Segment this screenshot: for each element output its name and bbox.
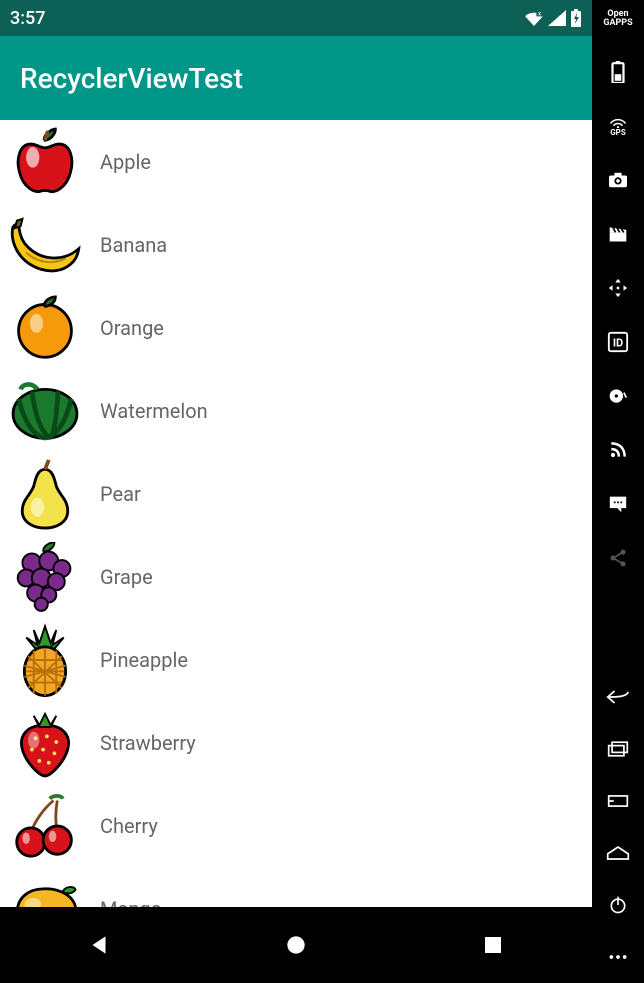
pineapple-icon bbox=[4, 622, 86, 698]
svg-text:ID: ID bbox=[613, 337, 623, 350]
list-item[interactable]: Grape bbox=[0, 535, 592, 618]
opengapps-label[interactable]: OpenGAPPS bbox=[603, 0, 632, 28]
cherry-icon bbox=[4, 788, 86, 864]
fruit-label: Cherry bbox=[86, 814, 158, 838]
fruit-label: Watermelon bbox=[86, 399, 208, 423]
id-icon[interactable]: ID bbox=[606, 330, 630, 354]
battery-icon bbox=[570, 9, 582, 27]
clapper-icon[interactable] bbox=[606, 222, 630, 246]
list-item[interactable]: Watermelon bbox=[0, 369, 592, 452]
status-icons: x bbox=[524, 9, 582, 27]
root: 3:57 x RecyclerViewTest bbox=[0, 0, 644, 983]
fruit-label: Pineapple bbox=[86, 648, 188, 672]
more-icon[interactable] bbox=[606, 945, 630, 969]
nav-back-button[interactable] bbox=[79, 925, 119, 965]
app-title: RecyclerViewTest bbox=[20, 62, 243, 95]
emulator-sidebar: OpenGAPPS GPS ID bbox=[592, 0, 644, 983]
fruit-label: Grape bbox=[86, 565, 153, 589]
fruit-list[interactable]: Apple Banana Orange Watermelon Pear Grape Pine… bbox=[0, 120, 592, 983]
watermelon-icon bbox=[4, 373, 86, 449]
app-bar: RecyclerViewTest bbox=[0, 36, 592, 120]
pear-icon bbox=[4, 456, 86, 532]
list-item[interactable]: Pineapple bbox=[0, 618, 592, 701]
gps-icon[interactable]: GPS bbox=[606, 114, 630, 138]
move-icon[interactable] bbox=[606, 276, 630, 300]
rss-icon[interactable] bbox=[606, 438, 630, 462]
apple-icon bbox=[4, 124, 86, 200]
orange-icon bbox=[4, 290, 86, 366]
battery-sidebar-icon[interactable] bbox=[606, 60, 630, 84]
fruit-label: Orange bbox=[86, 316, 164, 340]
phone-frame: 3:57 x RecyclerViewTest bbox=[0, 0, 592, 983]
camera-icon[interactable] bbox=[606, 168, 630, 192]
nav-recent-button[interactable] bbox=[473, 925, 513, 965]
share-icon[interactable] bbox=[606, 546, 630, 570]
fruit-label: Apple bbox=[86, 150, 151, 174]
message-icon[interactable] bbox=[606, 492, 630, 516]
signal-icon bbox=[548, 10, 566, 26]
disc-icon[interactable] bbox=[606, 384, 630, 408]
nav-home-button[interactable] bbox=[276, 925, 316, 965]
status-bar: 3:57 x bbox=[0, 0, 592, 36]
strawberry-icon bbox=[4, 705, 86, 781]
list-item[interactable]: Strawberry bbox=[0, 701, 592, 784]
status-time: 3:57 bbox=[10, 8, 45, 29]
fruit-label: Strawberry bbox=[86, 731, 196, 755]
grape-icon bbox=[4, 539, 86, 615]
sidebar-back-icon[interactable] bbox=[606, 685, 630, 709]
power-icon[interactable] bbox=[606, 893, 630, 917]
wifi-off-icon: x bbox=[524, 10, 544, 26]
fruit-label: Banana bbox=[86, 233, 167, 257]
banana-icon bbox=[4, 207, 86, 283]
android-nav-bar bbox=[0, 907, 592, 983]
list-item[interactable]: Banana bbox=[0, 203, 592, 286]
sidebar-menu-icon[interactable] bbox=[606, 789, 630, 813]
fruit-label: Pear bbox=[86, 482, 141, 506]
list-item[interactable]: Pear bbox=[0, 452, 592, 535]
list-item[interactable]: Orange bbox=[0, 286, 592, 369]
list-item[interactable]: Apple bbox=[0, 120, 592, 203]
sidebar-home-icon[interactable] bbox=[606, 841, 630, 865]
list-item[interactable]: Cherry bbox=[0, 784, 592, 867]
sidebar-recent-icon[interactable] bbox=[606, 737, 630, 761]
